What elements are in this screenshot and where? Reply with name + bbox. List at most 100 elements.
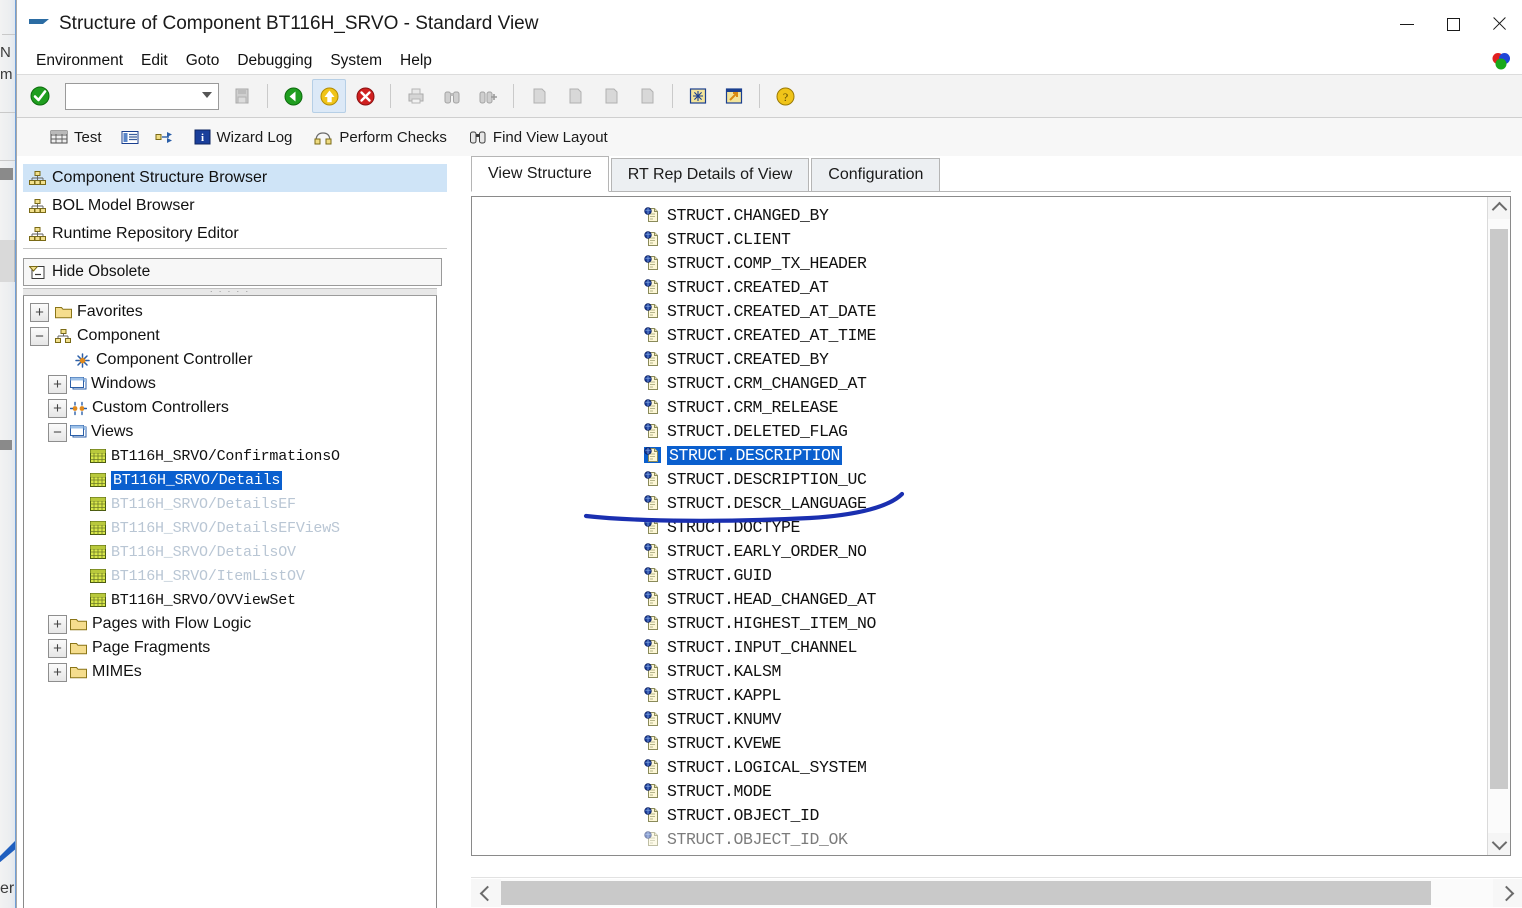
first-page-button[interactable] xyxy=(522,79,556,113)
tab-configuration[interactable]: Configuration xyxy=(811,158,941,191)
exit-button[interactable] xyxy=(312,79,346,113)
struct-row[interactable]: STRUCT.KVEWE xyxy=(472,731,1482,755)
struct-row[interactable]: STRUCT.CREATED_AT_DATE xyxy=(472,299,1482,323)
sidebar-item-runtime-repository-editor[interactable]: Runtime Repository Editor xyxy=(23,220,447,248)
expander-minus-icon[interactable]: − xyxy=(30,326,49,346)
navigate-button[interactable] xyxy=(149,125,181,149)
expander-plus-icon[interactable]: + xyxy=(48,374,67,394)
chevron-down-icon[interactable] xyxy=(202,91,212,98)
horizontal-scrollbar[interactable] xyxy=(471,877,1522,908)
menu-item-edit[interactable]: Edit xyxy=(132,50,177,72)
horizontal-scroll-track[interactable] xyxy=(501,879,1493,907)
struct-row[interactable]: STRUCT.CREATED_AT xyxy=(472,275,1482,299)
sidebar-item-component-structure-browser[interactable]: Component Structure Browser xyxy=(23,164,447,192)
struct-row[interactable]: STRUCT.CLIENT xyxy=(472,227,1482,251)
struct-row[interactable]: STRUCT.GUID xyxy=(472,563,1482,587)
struct-row[interactable]: STRUCT.CREATED_BY xyxy=(472,347,1482,371)
tree-item-custom-controllers[interactable]: + Custom Controllers xyxy=(24,396,436,420)
cancel-button[interactable] xyxy=(348,79,382,113)
tree-item-component[interactable]: − Component xyxy=(24,324,436,348)
struct-row[interactable]: STRUCT.MODE xyxy=(472,779,1482,803)
enter-check-button[interactable] xyxy=(23,79,57,113)
struct-row[interactable]: STRUCT.KAPPL xyxy=(472,683,1482,707)
tree-item-view-detailsefviewset[interactable]: BT116H_SRVO/DetailsEFViewS xyxy=(24,516,436,540)
menu-item-system[interactable]: System xyxy=(321,50,391,72)
scroll-left-button[interactable] xyxy=(471,879,501,907)
close-button[interactable] xyxy=(1476,0,1522,48)
command-input[interactable] xyxy=(66,84,196,108)
tree-item-views[interactable]: − Views xyxy=(24,420,436,444)
tree-item-pages-with-flow-logic[interactable]: + Pages with Flow Logic xyxy=(24,612,436,636)
tree-item-windows[interactable]: + Windows xyxy=(24,372,436,396)
wizard-log-button[interactable]: i Wizard Log xyxy=(185,125,302,150)
back-button[interactable] xyxy=(276,79,310,113)
print-button[interactable] xyxy=(399,79,433,113)
create-shortcut-button[interactable] xyxy=(717,79,751,113)
hide-obsolete-toggle[interactable]: Hide Obsolete xyxy=(23,258,442,286)
tree-item-mimes[interactable]: + MIMEs xyxy=(24,660,436,684)
menu-item-help[interactable]: Help xyxy=(391,50,441,72)
tab-view-structure[interactable]: View Structure xyxy=(471,156,609,192)
menu-item-goto[interactable]: Goto xyxy=(177,50,229,72)
expander-plus-icon[interactable]: + xyxy=(48,662,67,682)
scroll-down-button[interactable] xyxy=(1488,833,1510,855)
struct-row[interactable]: STRUCT.COMP_TX_HEADER xyxy=(472,251,1482,275)
vertical-scroll-track[interactable] xyxy=(1488,219,1510,833)
tree-item-view-confirmations[interactable]: BT116H_SRVO/ConfirmationsO xyxy=(24,444,436,468)
struct-row[interactable]: STRUCT.KNUMV xyxy=(472,707,1482,731)
menu-item-environment[interactable]: Environment xyxy=(27,50,132,72)
list-button[interactable] xyxy=(115,126,145,149)
find-button[interactable] xyxy=(435,79,469,113)
pane-splitter[interactable]: · · · · · xyxy=(23,288,437,296)
struct-row[interactable]: STRUCT.DOCTYPE xyxy=(472,515,1482,539)
struct-row[interactable]: STRUCT.HEAD_CHANGED_AT xyxy=(472,587,1482,611)
struct-row[interactable]: STRUCT.INPUT_CHANNEL xyxy=(472,635,1482,659)
struct-row[interactable]: STRUCT.KALSM xyxy=(472,659,1482,683)
last-page-button[interactable] xyxy=(630,79,664,113)
struct-row[interactable]: STRUCT.CREATED_AT_TIME xyxy=(472,323,1482,347)
struct-row[interactable]: STRUCT.HIGHEST_ITEM_NO xyxy=(472,611,1482,635)
struct-row[interactable]: STRUCT.CRM_RELEASE xyxy=(472,395,1482,419)
struct-row[interactable]: STRUCT.OBJECT_ID xyxy=(472,803,1482,827)
command-field[interactable] xyxy=(65,82,219,110)
scroll-up-button[interactable] xyxy=(1488,197,1510,219)
scroll-right-button[interactable] xyxy=(1493,879,1522,907)
tab-rt-rep-details-of-view[interactable]: RT Rep Details of View xyxy=(610,158,810,191)
struct-row[interactable]: STRUCT.CRM_CHANGED_AT xyxy=(472,371,1482,395)
struct-row[interactable]: STRUCT.CHANGED_BY xyxy=(472,203,1482,227)
struct-row[interactable]: STRUCT.DESCRIPTION_UC xyxy=(472,467,1482,491)
test-button[interactable]: Test xyxy=(41,125,111,150)
background-window-sliver[interactable]: N m er xyxy=(0,0,16,908)
struct-row[interactable]: STRUCT.DELETED_FLAG xyxy=(472,419,1482,443)
tree-item-page-fragments[interactable]: + Page Fragments xyxy=(24,636,436,660)
find-view-layout-button[interactable]: Find View Layout xyxy=(460,125,617,150)
tree-item-view-details[interactable]: BT116H_SRVO/Details xyxy=(24,468,436,492)
next-page-button[interactable] xyxy=(594,79,628,113)
find-next-button[interactable] xyxy=(471,79,505,113)
save-button[interactable] xyxy=(225,79,259,113)
expander-plus-icon[interactable]: + xyxy=(30,302,49,322)
tree-item-component-controller[interactable]: Component Controller xyxy=(24,348,436,372)
struct-row[interactable]: STRUCT.DESCRIPTION xyxy=(472,443,1482,467)
tree-item-view-itemlistov[interactable]: BT116H_SRVO/ItemListOV xyxy=(24,564,436,588)
new-session-button[interactable] xyxy=(681,79,715,113)
menu-item-debugging[interactable]: Debugging xyxy=(228,50,321,72)
maximize-button[interactable] xyxy=(1430,0,1476,48)
tree-item-view-detailsef[interactable]: BT116H_SRVO/DetailsEF xyxy=(24,492,436,516)
sidebar-item-bol-model-browser[interactable]: BOL Model Browser xyxy=(23,192,447,220)
perform-checks-button[interactable]: Perform Checks xyxy=(305,125,456,150)
struct-row[interactable]: STRUCT.LOGICAL_SYSTEM xyxy=(472,755,1482,779)
expander-minus-icon[interactable]: − xyxy=(48,422,67,442)
tree-item-view-ovviewset[interactable]: BT116H_SRVO/OVViewSet xyxy=(24,588,436,612)
expander-plus-icon[interactable]: + xyxy=(48,614,67,634)
horizontal-scroll-thumb[interactable] xyxy=(501,881,1431,905)
tree-item-view-detailsov[interactable]: BT116H_SRVO/DetailsOV xyxy=(24,540,436,564)
minimize-button[interactable] xyxy=(1384,0,1430,48)
tree-item-favorites[interactable]: + Favorites xyxy=(24,300,436,324)
struct-row[interactable]: STRUCT.OBJECT_ID_OK xyxy=(472,827,1482,851)
vertical-scrollbar[interactable] xyxy=(1487,197,1510,855)
struct-row[interactable]: STRUCT.DESCR_LANGUAGE xyxy=(472,491,1482,515)
struct-row[interactable]: STRUCT.EARLY_ORDER_NO xyxy=(472,539,1482,563)
expander-plus-icon[interactable]: + xyxy=(48,398,67,418)
previous-page-button[interactable] xyxy=(558,79,592,113)
